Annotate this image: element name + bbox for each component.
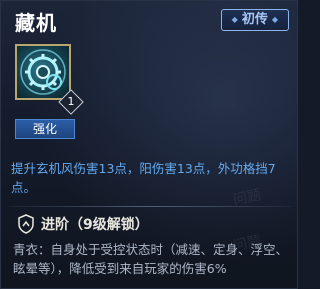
diamond-left-icon: ◆ [231,15,238,24]
level-badge: 1 [58,89,84,115]
advance-title: 进阶（9级解锁） [41,217,149,233]
upgrade-button[interactable]: 强化 [15,119,75,139]
advance-description: 青衣：自身处于受控状态时（减速、定身、浮空、眩晕等），降低受到来自玩家的伤害6% [13,242,289,276]
advance-shield-icon [18,214,34,234]
gear-mechanism-icon [20,49,66,95]
skill-name: 藏机 [15,11,57,35]
skill-tooltip-panel: 问题 问题 藏机 ◆ 初传 ◆ 1 强化 提升玄机风伤害13点，阳伤害13点，外… [0,0,298,289]
diamond-right-icon: ◆ [271,15,278,24]
rarity-label: 初传 [241,12,268,27]
section-divider [9,206,291,207]
skill-icon[interactable] [15,44,71,100]
level-number: 1 [67,95,75,108]
rarity-badge: ◆ 初传 ◆ [220,9,289,31]
skill-description: 提升玄机风伤害13点，阳伤害13点，外功格挡7点。 [11,161,276,195]
